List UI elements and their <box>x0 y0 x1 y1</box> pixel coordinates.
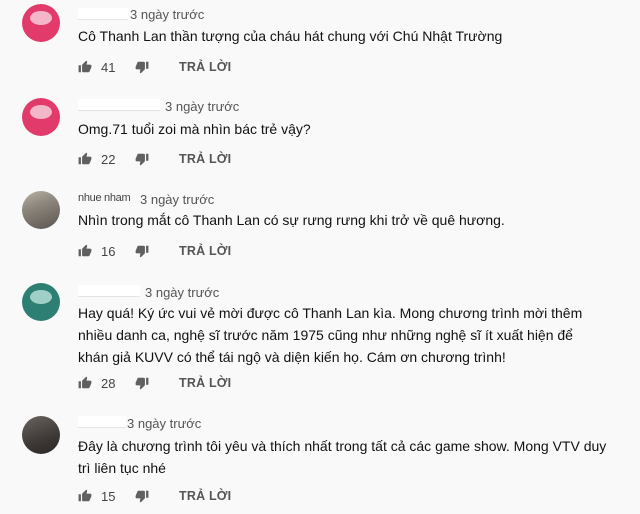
reply-button[interactable]: TRẢ LỜI <box>179 60 231 74</box>
comment-actions: 41 TRẢ LỜI <box>78 57 231 77</box>
like-count: 15 <box>101 488 116 504</box>
thumbs-up-icon[interactable] <box>78 244 92 258</box>
like-count: 22 <box>101 151 116 167</box>
thumbs-down-icon[interactable] <box>135 489 149 503</box>
comment-text: Đây là chương trình tôi yêu và thích nhấ… <box>78 438 607 476</box>
reply-button[interactable]: TRẢ LỜI <box>179 244 231 258</box>
author-name-redacted[interactable] <box>78 99 160 111</box>
comment-timestamp[interactable]: 3 ngày trước <box>127 416 201 431</box>
comment-text: Hay quá! Ký ức vui vẻ mời được cô Thanh … <box>78 305 583 365</box>
author-name[interactable]: nhue nham <box>78 192 131 204</box>
comment-timestamp[interactable]: 3 ngày trước <box>140 192 214 207</box>
avatar[interactable] <box>22 283 60 321</box>
like-count: 28 <box>101 375 116 391</box>
comment-item: nhue nham 3 ngày trước Nhìn trong mắt cô… <box>0 186 640 276</box>
thumbs-down-icon[interactable] <box>135 152 149 166</box>
avatar[interactable] <box>22 191 60 229</box>
comment-item: 3 ngày trước Hay quá! Ký ức vui vẻ mời đ… <box>0 279 640 399</box>
comment-timestamp[interactable]: 3 ngày trước <box>165 99 239 114</box>
avatar[interactable] <box>22 4 60 42</box>
thumbs-up-icon[interactable] <box>78 376 92 390</box>
comment-actions: 28 TRẢ LỜI <box>78 373 231 393</box>
author-name-redacted[interactable] <box>78 285 140 297</box>
thumbs-down-icon[interactable] <box>135 244 149 258</box>
avatar[interactable] <box>22 416 60 454</box>
like-count: 41 <box>101 59 116 75</box>
comment-item: 3 ngày trước Cô Thanh Lan thần tượng của… <box>0 0 640 90</box>
thumbs-down-icon[interactable] <box>135 376 149 390</box>
comment-text: Cô Thanh Lan thần tượng của cháu hát chu… <box>78 28 503 44</box>
thumbs-down-icon[interactable] <box>135 60 149 74</box>
author-name-redacted[interactable] <box>78 416 126 428</box>
comment-text: Omg.71 tuổi zoi mà nhìn bác trẻ vậy? <box>78 121 311 137</box>
thumbs-up-icon[interactable] <box>78 489 92 503</box>
thumbs-up-icon[interactable] <box>78 60 92 74</box>
comment-timestamp[interactable]: 3 ngày trước <box>130 7 204 22</box>
like-count: 16 <box>101 243 116 259</box>
avatar[interactable] <box>22 98 60 136</box>
thumbs-up-icon[interactable] <box>78 152 92 166</box>
reply-button[interactable]: TRẢ LỜI <box>179 152 231 166</box>
comment-timestamp[interactable]: 3 ngày trước <box>145 285 219 300</box>
reply-button[interactable]: TRẢ LỜI <box>179 489 231 503</box>
comment-item: 3 ngày trước Omg.71 tuổi zoi mà nhìn bác… <box>0 93 640 183</box>
comment-text: Nhìn trong mắt cô Thanh Lan có sự rưng r… <box>78 212 505 228</box>
comment-actions: 15 TRẢ LỜI <box>78 486 231 506</box>
reply-button[interactable]: TRẢ LỜI <box>179 376 231 390</box>
author-name-redacted[interactable] <box>78 8 128 20</box>
comment-actions: 16 TRẢ LỜI <box>78 241 231 261</box>
comment-item: 3 ngày trước Đây là chương trình tôi yêu… <box>0 410 640 514</box>
comment-actions: 22 TRẢ LỜI <box>78 149 231 169</box>
